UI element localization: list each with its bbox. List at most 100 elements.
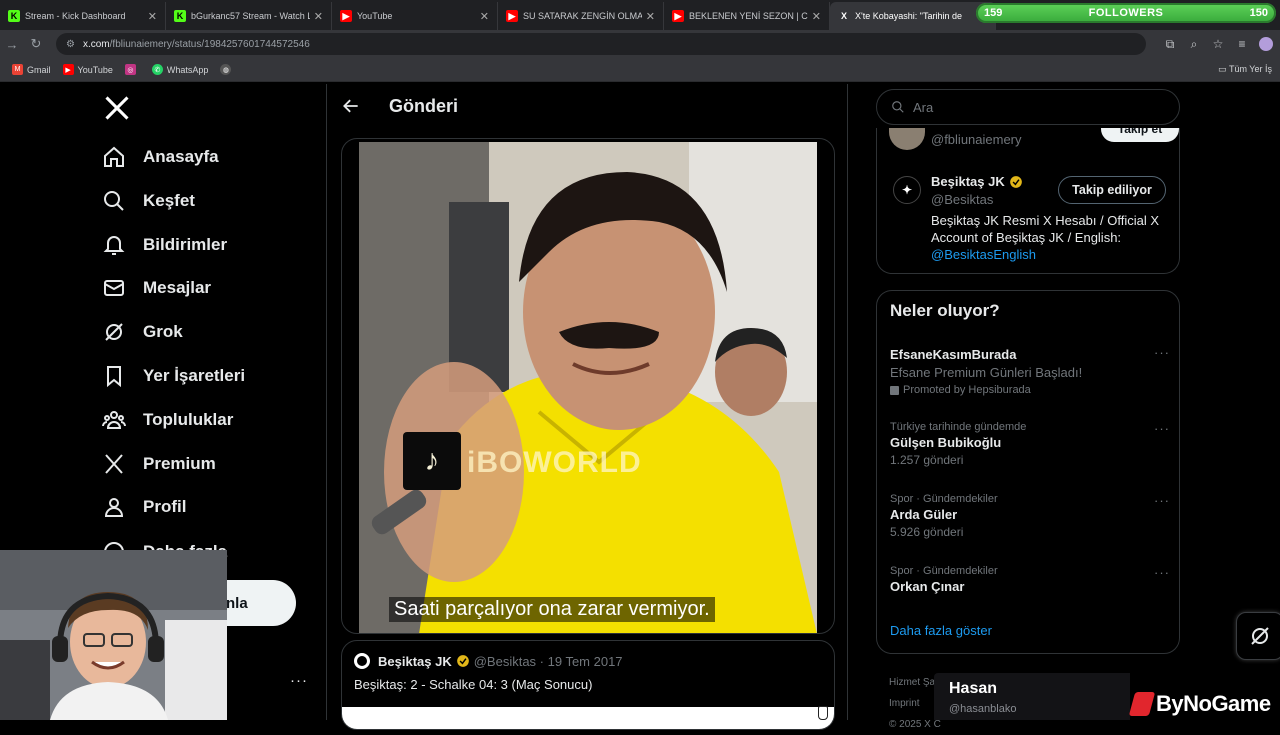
separator: ·: [536, 653, 548, 669]
instagram-icon: ◎: [124, 64, 136, 75]
browser-tab[interactable]: ▶ SU SATARAK ZENGİN OLMAK! (✕: [498, 2, 664, 30]
browser-tab[interactable]: ▶ YouTube ✕: [332, 2, 498, 30]
nav-label: Profil: [143, 497, 187, 516]
all-bookmarks[interactable]: ▭ Tüm Yer İş: [1218, 64, 1272, 75]
home-icon: [104, 146, 124, 167]
bookmark-label: Gmail: [27, 64, 51, 75]
gmail-icon: M: [12, 64, 23, 75]
bio-link[interactable]: @BesiktasEnglish: [931, 247, 1036, 262]
quoted-handle: @Besiktas: [473, 653, 537, 669]
video-player[interactable]: ♪ iBOWORLD Saati parçalıyor ona zarar ve…: [341, 138, 835, 634]
nav-item-bookmarks[interactable]: Yer İşaretleri: [100, 356, 245, 396]
chatter-name: Hasan: [949, 680, 998, 697]
search-placeholder: Ara: [913, 99, 934, 115]
close-icon[interactable]: ✕: [480, 10, 489, 23]
mouse-cursor-icon: [818, 706, 828, 720]
x-icon: [105, 454, 123, 474]
chat-highlight-overlay: Hasan @hasanblako: [934, 673, 1130, 720]
browser-tab-active[interactable]: X X'te Kobayashi: "Tarihin de: [830, 2, 996, 30]
more-options-icon[interactable]: ···: [1154, 565, 1170, 580]
close-icon[interactable]: ✕: [148, 10, 157, 23]
nav-item-profile[interactable]: Profil: [100, 487, 186, 527]
browser-tab[interactable]: KbGurkanc57 Stream - Watch Li ✕: [166, 2, 332, 30]
bookmark-globe[interactable]: ◍: [220, 64, 235, 75]
follow-button[interactable]: Takip et: [1101, 128, 1179, 142]
media-icon[interactable]: ≡: [1234, 34, 1250, 54]
trend-item[interactable]: Türkiye tarihinde gündemde Gülşen Bubiko…: [890, 421, 1170, 467]
quoted-media[interactable]: [342, 707, 834, 729]
besiktas-avatar: [354, 653, 370, 669]
account-menu-dots[interactable]: ···: [290, 672, 308, 689]
search-input[interactable]: Ara: [876, 89, 1180, 125]
nav-item-communities[interactable]: Topluluklar: [100, 400, 233, 440]
post-header: Gönderi: [327, 84, 847, 130]
trends-title: Neler oluyor?: [890, 301, 1000, 320]
followers-right-count: 150: [1249, 7, 1268, 19]
close-icon[interactable]: ✕: [314, 10, 323, 23]
more-options-icon[interactable]: ···: [1154, 493, 1170, 508]
more-options-icon[interactable]: ···: [1154, 345, 1170, 360]
quoted-post[interactable]: Beşiktaş JK @Besiktas · 19 Tem 2017 Beşi…: [341, 640, 835, 730]
tab-title: Stream - Kick Dashboard: [25, 11, 126, 21]
url-host: x.com: [82, 38, 110, 50]
nav-item-explore[interactable]: Keşfet: [100, 181, 195, 221]
video-frame[interactable]: ♪ iBOWORLD Saati parçalıyor ona zarar ve…: [359, 142, 817, 633]
nav-label: Yer İşaretleri: [143, 366, 246, 385]
close-icon[interactable]: ✕: [646, 10, 655, 23]
back-arrow-icon[interactable]: [341, 96, 361, 116]
bookmark-instagram[interactable]: ◎: [124, 64, 140, 75]
trend-item[interactable]: EfsaneKasımBurada Efsane Premium Günleri…: [890, 345, 1170, 396]
youtube-icon: ▶: [506, 10, 518, 22]
promoted-label: Promoted by Hepsiburada: [903, 384, 1031, 396]
bookmarks-bar: M Gmail ▶ YouTube ◎ ✆ WhatsApp ◍ ▭ Tüm Yer …: [0, 58, 1280, 82]
trend-count: 1.257 gönderi: [890, 453, 964, 467]
browser-tab[interactable]: K Stream - Kick Dashboard ✕: [0, 2, 166, 30]
close-icon[interactable]: ✕: [812, 10, 821, 23]
x-icon: X: [840, 11, 847, 21]
browser-tab[interactable]: ▶ BEKLENEN YENİ SEZON | CİHA ✕: [664, 2, 830, 30]
trend-item[interactable]: Spor · Gündemdekiler Arda Güler 5.926 gö…: [890, 493, 1170, 539]
nav-label: Grok: [143, 322, 183, 341]
trend-item[interactable]: Spor · Gündemdekiler Orkan Çınar ···: [890, 565, 1170, 594]
forward-icon[interactable]: →: [0, 32, 24, 56]
bell-icon: [103, 236, 125, 255]
nav-item-notifications[interactable]: Bildirimler: [100, 225, 227, 265]
bookmark-youtube[interactable]: ▶ YouTube: [62, 64, 113, 75]
nav-item-messages[interactable]: Mesajlar: [100, 268, 211, 308]
account-name: Beşiktaş JK: [931, 174, 1005, 189]
who-to-follow-card: @fbliunaiemery Takip et ✦ Beşiktaş JK @B…: [876, 128, 1180, 274]
quoted-author-name: Beşiktaş JK: [378, 653, 452, 669]
star-icon[interactable]: ☆: [1210, 34, 1226, 54]
youtube-icon: ▶: [62, 64, 74, 75]
mail-icon: [104, 280, 124, 296]
url-field[interactable]: ⚙ x.com/fbliunaiemery/status/19842576017…: [56, 33, 1146, 55]
show-more-link[interactable]: Daha fazla göster: [890, 623, 992, 638]
account-handle: @Besiktas: [931, 192, 994, 207]
nav-item-premium[interactable]: Premium: [100, 444, 216, 484]
nav-item-home[interactable]: Anasayfa: [100, 137, 219, 177]
bookmark-label: WhatsApp: [166, 64, 209, 75]
grok-icon: [1251, 627, 1269, 645]
zoom-icon[interactable]: ⌕: [1186, 34, 1202, 54]
suggested-handle: @fbliunaiemery: [931, 132, 1022, 147]
grok-button[interactable]: [1236, 612, 1280, 660]
bookmark-whatsapp[interactable]: ✆ WhatsApp: [151, 64, 209, 75]
nav-item-grok[interactable]: Grok: [100, 312, 183, 352]
profile-avatar-icon[interactable]: [1258, 34, 1274, 54]
suggested-account-partial[interactable]: @fbliunaiemery Takip et: [889, 128, 1179, 154]
install-icon[interactable]: ⧉: [1162, 34, 1178, 54]
bookmark-gmail[interactable]: M Gmail: [12, 64, 51, 75]
more-options-icon[interactable]: ···: [1154, 421, 1170, 436]
streamer-webcam-image: [0, 550, 227, 720]
following-button[interactable]: Takip ediliyor: [1058, 176, 1166, 204]
video-frame-image: [359, 142, 817, 633]
sponsor-label: ByNoGame: [1156, 691, 1271, 716]
site-info-icon[interactable]: ⚙: [66, 39, 75, 50]
chatter-handle: @hasanblako: [949, 703, 1017, 715]
search-icon: [892, 101, 904, 113]
tab-title: BEKLENEN YENİ SEZON | CİHA: [689, 11, 808, 21]
reload-icon[interactable]: ↻: [24, 32, 48, 56]
nav-label: Topluluklar: [143, 410, 234, 429]
x-logo-icon[interactable]: [103, 94, 131, 122]
nav-label: Anasayfa: [143, 147, 219, 166]
